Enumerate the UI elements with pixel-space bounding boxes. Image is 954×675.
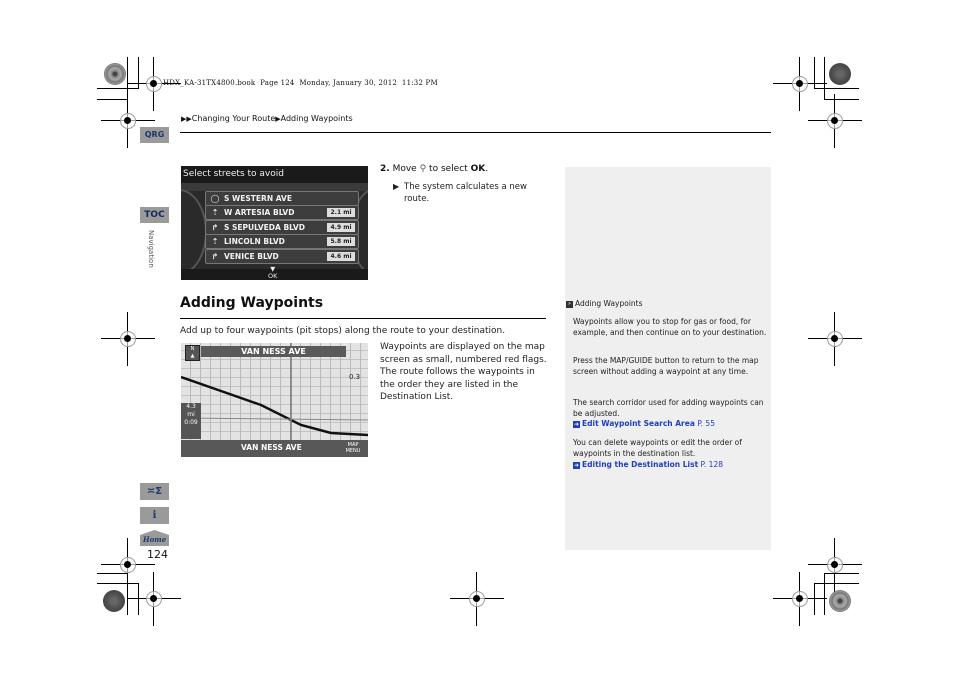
- toc-tab[interactable]: TOC: [140, 207, 169, 223]
- result-arrow-icon: ▶: [393, 182, 400, 191]
- registration-mark: [101, 312, 155, 366]
- section-intro: Add up to four waypoints (pit stops) alo…: [180, 326, 506, 336]
- voice-command-tab[interactable]: ≍Σ: [140, 483, 169, 500]
- color-registration-disc: [103, 590, 125, 612]
- sidebar-paragraph: You can delete waypoints or edit the ord…: [573, 438, 742, 459]
- section-title: Adding Waypoints: [180, 295, 324, 311]
- sidebar-paragraph: Waypoints allow you to stop for gas or f…: [573, 317, 767, 338]
- registration-mark: [808, 312, 862, 366]
- color-registration-disc: [104, 63, 126, 85]
- double-arrow-icon: ▶▶: [181, 115, 192, 123]
- section-rule: [180, 318, 546, 319]
- info-icon: i: [152, 510, 157, 521]
- home-tab[interactable]: Home: [140, 530, 169, 546]
- link-arrow-icon: ➜: [573, 461, 580, 469]
- registration-mark: [450, 572, 504, 626]
- info-tab[interactable]: i: [140, 507, 169, 524]
- map-screenshot: N ▲ VAN NESS AVE 4.3 mi 0:09 0.3 VAN NESS A…: [181, 343, 368, 457]
- avoid-street-row: ↱ VENICE BLVD 4.6 mi: [205, 249, 359, 264]
- editing-destination-list-link[interactable]: ➜ Editing the Destination List P. 128: [573, 460, 723, 469]
- map-right-distance: 0.3: [349, 373, 361, 381]
- voice-command-icon: ≍Σ: [146, 486, 163, 497]
- compass-icon: N ▲: [185, 345, 200, 361]
- ok-indicator: ▼ OK: [268, 265, 278, 280]
- map-menu-label: MAP MENU: [345, 442, 361, 454]
- section-body: Waypoints are displayed on the map scree…: [380, 342, 547, 402]
- turn-right-icon: ↱: [211, 252, 219, 261]
- registration-mark: [808, 94, 862, 148]
- sidebar-paragraph: The search corridor used for adding wayp…: [573, 398, 764, 419]
- screen-title: Select streets to avoid: [181, 166, 368, 183]
- avoid-street-row: ⇡ LINCOLN BLVD 5.8 mi: [205, 234, 359, 249]
- page-number: 124: [147, 548, 168, 561]
- avoid-street-row: ⇡ W ARTESIA BLVD 2.1 mi: [205, 205, 359, 220]
- print-metadata: HDX_KA-31TX4800.book Page 124 Monday, Ja…: [163, 79, 438, 87]
- sidebar-paragraph: Press the MAP/GUIDE button to return to …: [573, 356, 759, 377]
- keep-icon: ⇡: [211, 237, 219, 246]
- route-line: [181, 343, 368, 440]
- step-result: ▶ The system calculates a new route.: [393, 182, 527, 204]
- section-label: Navigation: [147, 230, 155, 268]
- color-registration-disc: [829, 590, 851, 612]
- note-icon: »: [566, 300, 573, 308]
- joystick-icon: ⚲: [419, 164, 427, 174]
- home-label: Home: [143, 535, 167, 544]
- edit-waypoint-search-area-link[interactable]: ➜ Edit Waypoint Search Area P. 55: [573, 419, 715, 428]
- qrg-tab[interactable]: QRG: [140, 127, 169, 143]
- color-registration-disc: [829, 63, 851, 85]
- registration-mark: [773, 572, 827, 626]
- breadcrumb-item[interactable]: Changing Your Route: [192, 114, 275, 123]
- map-left-panel: 4.3 mi 0:09: [181, 403, 201, 439]
- breadcrumb-item[interactable]: Adding Waypoints: [281, 114, 353, 123]
- avoid-street-row: ↱ S SEPULVEDA BLVD 4.9 mi: [205, 220, 359, 235]
- turn-right-icon: ↱: [211, 223, 219, 232]
- breadcrumb: ▶▶Changing Your Route▶Adding Waypoints: [181, 114, 353, 123]
- avoid-streets-screenshot: Select streets to avoid ◯ S WESTERN AVE …: [181, 166, 368, 280]
- circle-icon: ◯: [210, 194, 220, 203]
- link-arrow-icon: ➜: [573, 420, 580, 428]
- map-bottom-street: VAN NESS AVE: [241, 443, 302, 452]
- avoid-street-row: ◯ S WESTERN AVE: [205, 191, 359, 206]
- map-top-street: VAN NESS AVE: [201, 346, 346, 357]
- header-rule: [180, 132, 771, 133]
- registration-mark: [127, 572, 181, 626]
- sidebar-heading: » Adding Waypoints: [566, 299, 643, 308]
- keep-icon: ⇡: [211, 208, 219, 217]
- step-instruction: 2. Move ⚲ to select OK.: [380, 164, 489, 174]
